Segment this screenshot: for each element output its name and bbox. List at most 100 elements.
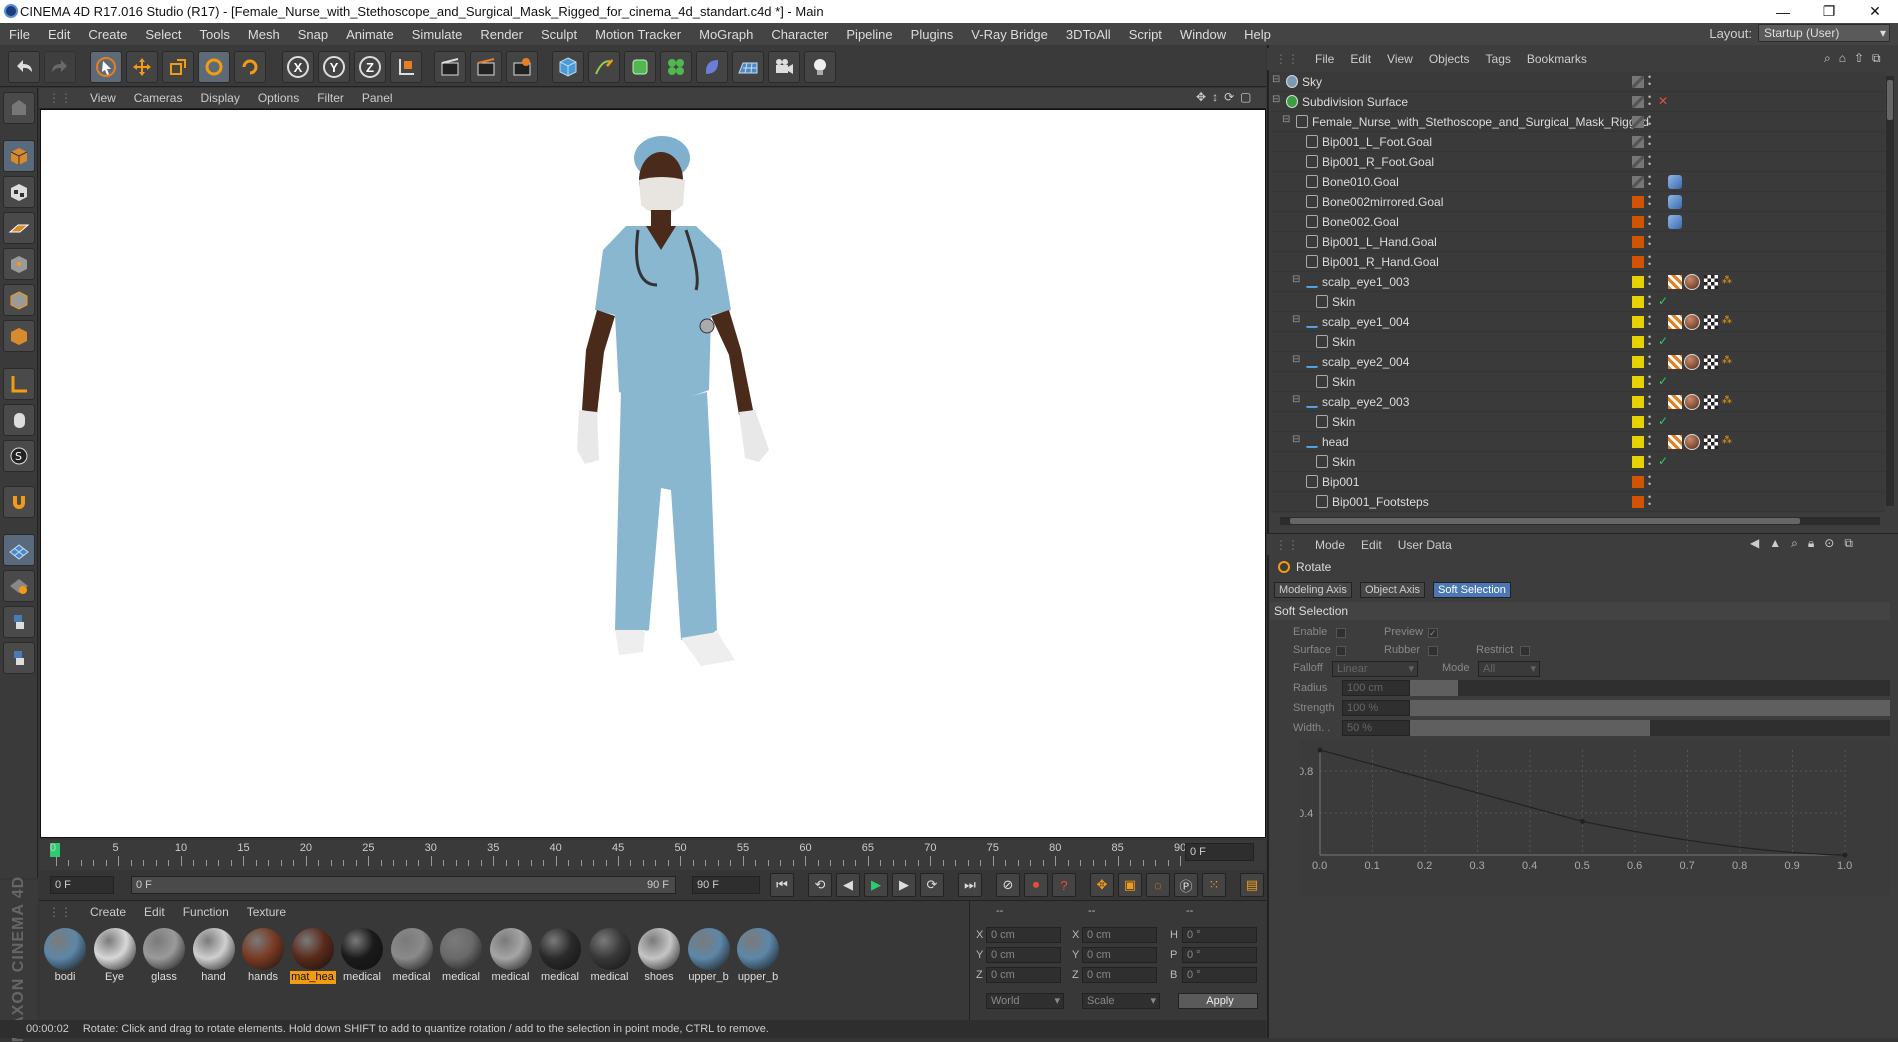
camera-button[interactable] — [768, 51, 800, 83]
material-menu-function[interactable]: Function — [174, 905, 238, 919]
attribute-menu-mode[interactable]: Mode — [1307, 538, 1353, 552]
size-x-field[interactable]: 0 cm — [1082, 927, 1157, 943]
object-row[interactable]: ⊟ scalp_eye2_004 • • ⁂ — [1270, 352, 1885, 372]
enabled-check-icon[interactable]: ✓ — [1658, 374, 1668, 388]
layer-color-swatch[interactable] — [1632, 196, 1644, 208]
python-console-button[interactable] — [3, 642, 35, 674]
close-button[interactable]: ✕ — [1852, 0, 1898, 23]
object-row[interactable]: ⊟ Subdivision Surface • • ✕ — [1270, 92, 1885, 112]
material-swatch[interactable]: upper_b — [735, 926, 781, 984]
menu-help[interactable]: Help — [1235, 27, 1280, 42]
object-menu-edit[interactable]: Edit — [1342, 52, 1379, 66]
enabled-check-icon[interactable]: ✓ — [1658, 294, 1668, 308]
material-tag-icon[interactable] — [1684, 434, 1700, 450]
object-row[interactable]: Bip001_Footsteps • • — [1270, 492, 1885, 512]
object-row[interactable]: Bone002mirrored.Goal • • — [1270, 192, 1885, 212]
render-settings-button[interactable] — [506, 51, 538, 83]
search-icon[interactable]: ⌕ — [1824, 51, 1831, 66]
deformer-button[interactable] — [696, 51, 728, 83]
expand-icon[interactable]: ⧉ — [1844, 536, 1853, 551]
visibility-dots-icon[interactable]: • • — [1648, 233, 1651, 249]
menu-select[interactable]: Select — [136, 27, 190, 42]
object-menu-objects[interactable]: Objects — [1421, 52, 1478, 66]
texture-tag-icon[interactable] — [1668, 275, 1682, 289]
menu-script[interactable]: Script — [1120, 27, 1171, 42]
prev-key-button[interactable]: ⟲ — [808, 873, 832, 897]
checker-tag-icon[interactable] — [1704, 315, 1718, 329]
rotation-h-field[interactable]: 0 ° — [1182, 927, 1257, 943]
python-button[interactable] — [3, 606, 35, 638]
goto-start-button[interactable]: ⏮ — [770, 873, 794, 897]
ik-tag-icon[interactable] — [1668, 175, 1682, 189]
menu-tools[interactable]: Tools — [191, 27, 239, 42]
checker-tag-icon[interactable] — [1704, 355, 1718, 369]
object-menu-bookmarks[interactable]: Bookmarks — [1519, 52, 1595, 66]
menu-character[interactable]: Character — [762, 27, 837, 42]
layer-color-swatch[interactable] — [1632, 256, 1644, 268]
visibility-dots-icon[interactable]: • • — [1648, 473, 1651, 489]
menu-render[interactable]: Render — [471, 27, 532, 42]
viewport-menu-filter[interactable]: Filter — [308, 91, 353, 105]
object-row[interactable]: Bip001_L_Hand.Goal • • — [1270, 232, 1885, 252]
next-key-button[interactable]: ⟳ — [920, 873, 944, 897]
layer-color-swatch[interactable] — [1632, 436, 1644, 448]
menu-animate[interactable]: Animate — [337, 27, 403, 42]
checker-tag-icon[interactable] — [1704, 275, 1718, 289]
mode-select[interactable]: All ▾ — [1478, 661, 1540, 677]
cube-object-button[interactable] — [552, 51, 584, 83]
layer-color-swatch[interactable] — [1632, 136, 1644, 148]
curve-point[interactable] — [1580, 818, 1585, 824]
points-mode-button[interactable] — [3, 248, 35, 280]
record-keys-button[interactable]: ⊘ — [996, 873, 1020, 897]
new-window-icon[interactable]: ⊙ — [1824, 536, 1834, 551]
menu-motion-tracker[interactable]: Motion Tracker — [586, 27, 690, 42]
weight-tag-icon[interactable]: ⁂ — [1722, 315, 1736, 329]
rotation-p-field[interactable]: 0 ° — [1182, 947, 1257, 963]
weight-tag-icon[interactable]: ⁂ — [1722, 435, 1736, 449]
menu-sculpt[interactable]: Sculpt — [532, 27, 586, 42]
maximize-view-icon[interactable]: ▢ — [1240, 90, 1251, 104]
menu-create[interactable]: Create — [79, 27, 136, 42]
material-swatch[interactable]: hands — [240, 926, 286, 984]
object-row[interactable]: ⊟ scalp_eye1_004 • • ⁂ — [1270, 312, 1885, 332]
material-swatch[interactable]: medical — [339, 926, 385, 984]
auto-key-button[interactable]: ⏺ — [1024, 873, 1048, 897]
object-menu-file[interactable]: File — [1307, 52, 1342, 66]
current-frame-field[interactable]: 0 F — [1185, 843, 1254, 861]
object-row[interactable]: ⊟ scalp_eye2_003 • • ⁂ — [1270, 392, 1885, 412]
object-row[interactable]: Bip001_R_Hand.Goal • • — [1270, 252, 1885, 272]
prev-frame-button[interactable]: ◀ — [836, 873, 860, 897]
texture-tag-icon[interactable] — [1668, 435, 1682, 449]
material-tag-icon[interactable] — [1684, 274, 1700, 290]
menu-simulate[interactable]: Simulate — [403, 27, 472, 42]
material-swatch[interactable]: medical — [537, 926, 583, 984]
viewport-menu-view[interactable]: View — [81, 91, 125, 105]
minimize-button[interactable]: — — [1760, 0, 1806, 23]
width-field[interactable]: 50 % — [1342, 720, 1410, 736]
layer-color-swatch[interactable] — [1632, 496, 1644, 508]
object-row[interactable]: Skin • • ✓ — [1270, 292, 1885, 312]
visibility-dots-icon[interactable]: • • — [1648, 213, 1651, 229]
layer-color-swatch[interactable] — [1632, 276, 1644, 288]
make-editable-button[interactable] — [3, 92, 35, 124]
visibility-dots-icon[interactable]: • • — [1648, 153, 1651, 169]
layer-color-swatch[interactable] — [1632, 396, 1644, 408]
object-row[interactable]: ⊟ Female_Nurse_with_Stethoscope_and_Surgi… — [1270, 112, 1885, 132]
redo-button[interactable] — [44, 51, 76, 83]
menu-mograph[interactable]: MoGraph — [690, 27, 762, 42]
end-frame-field[interactable]: 90 F — [692, 876, 760, 894]
material-swatch[interactable]: medical — [488, 926, 534, 984]
scale-select[interactable]: Scale ▾ — [1082, 993, 1160, 1009]
object-row[interactable]: ⊟ Sky • • — [1270, 72, 1885, 92]
recent-tool-button[interactable] — [234, 51, 266, 83]
scrollbar-thumb[interactable] — [1887, 80, 1893, 120]
coordinate-system-button[interactable] — [390, 51, 422, 83]
undo-button[interactable] — [8, 51, 40, 83]
move-tool-button[interactable] — [126, 51, 158, 83]
weight-tag-icon[interactable]: ⁂ — [1722, 275, 1736, 289]
lock-icon[interactable]: 🔒︎ — [1808, 536, 1814, 551]
enabled-check-icon[interactable]: ✓ — [1658, 454, 1668, 468]
expand-toggle-icon[interactable]: ⊟ — [1292, 314, 1300, 325]
workplane-mode-button[interactable] — [3, 212, 35, 244]
key-pla-button[interactable]: ⁙ — [1202, 873, 1226, 897]
